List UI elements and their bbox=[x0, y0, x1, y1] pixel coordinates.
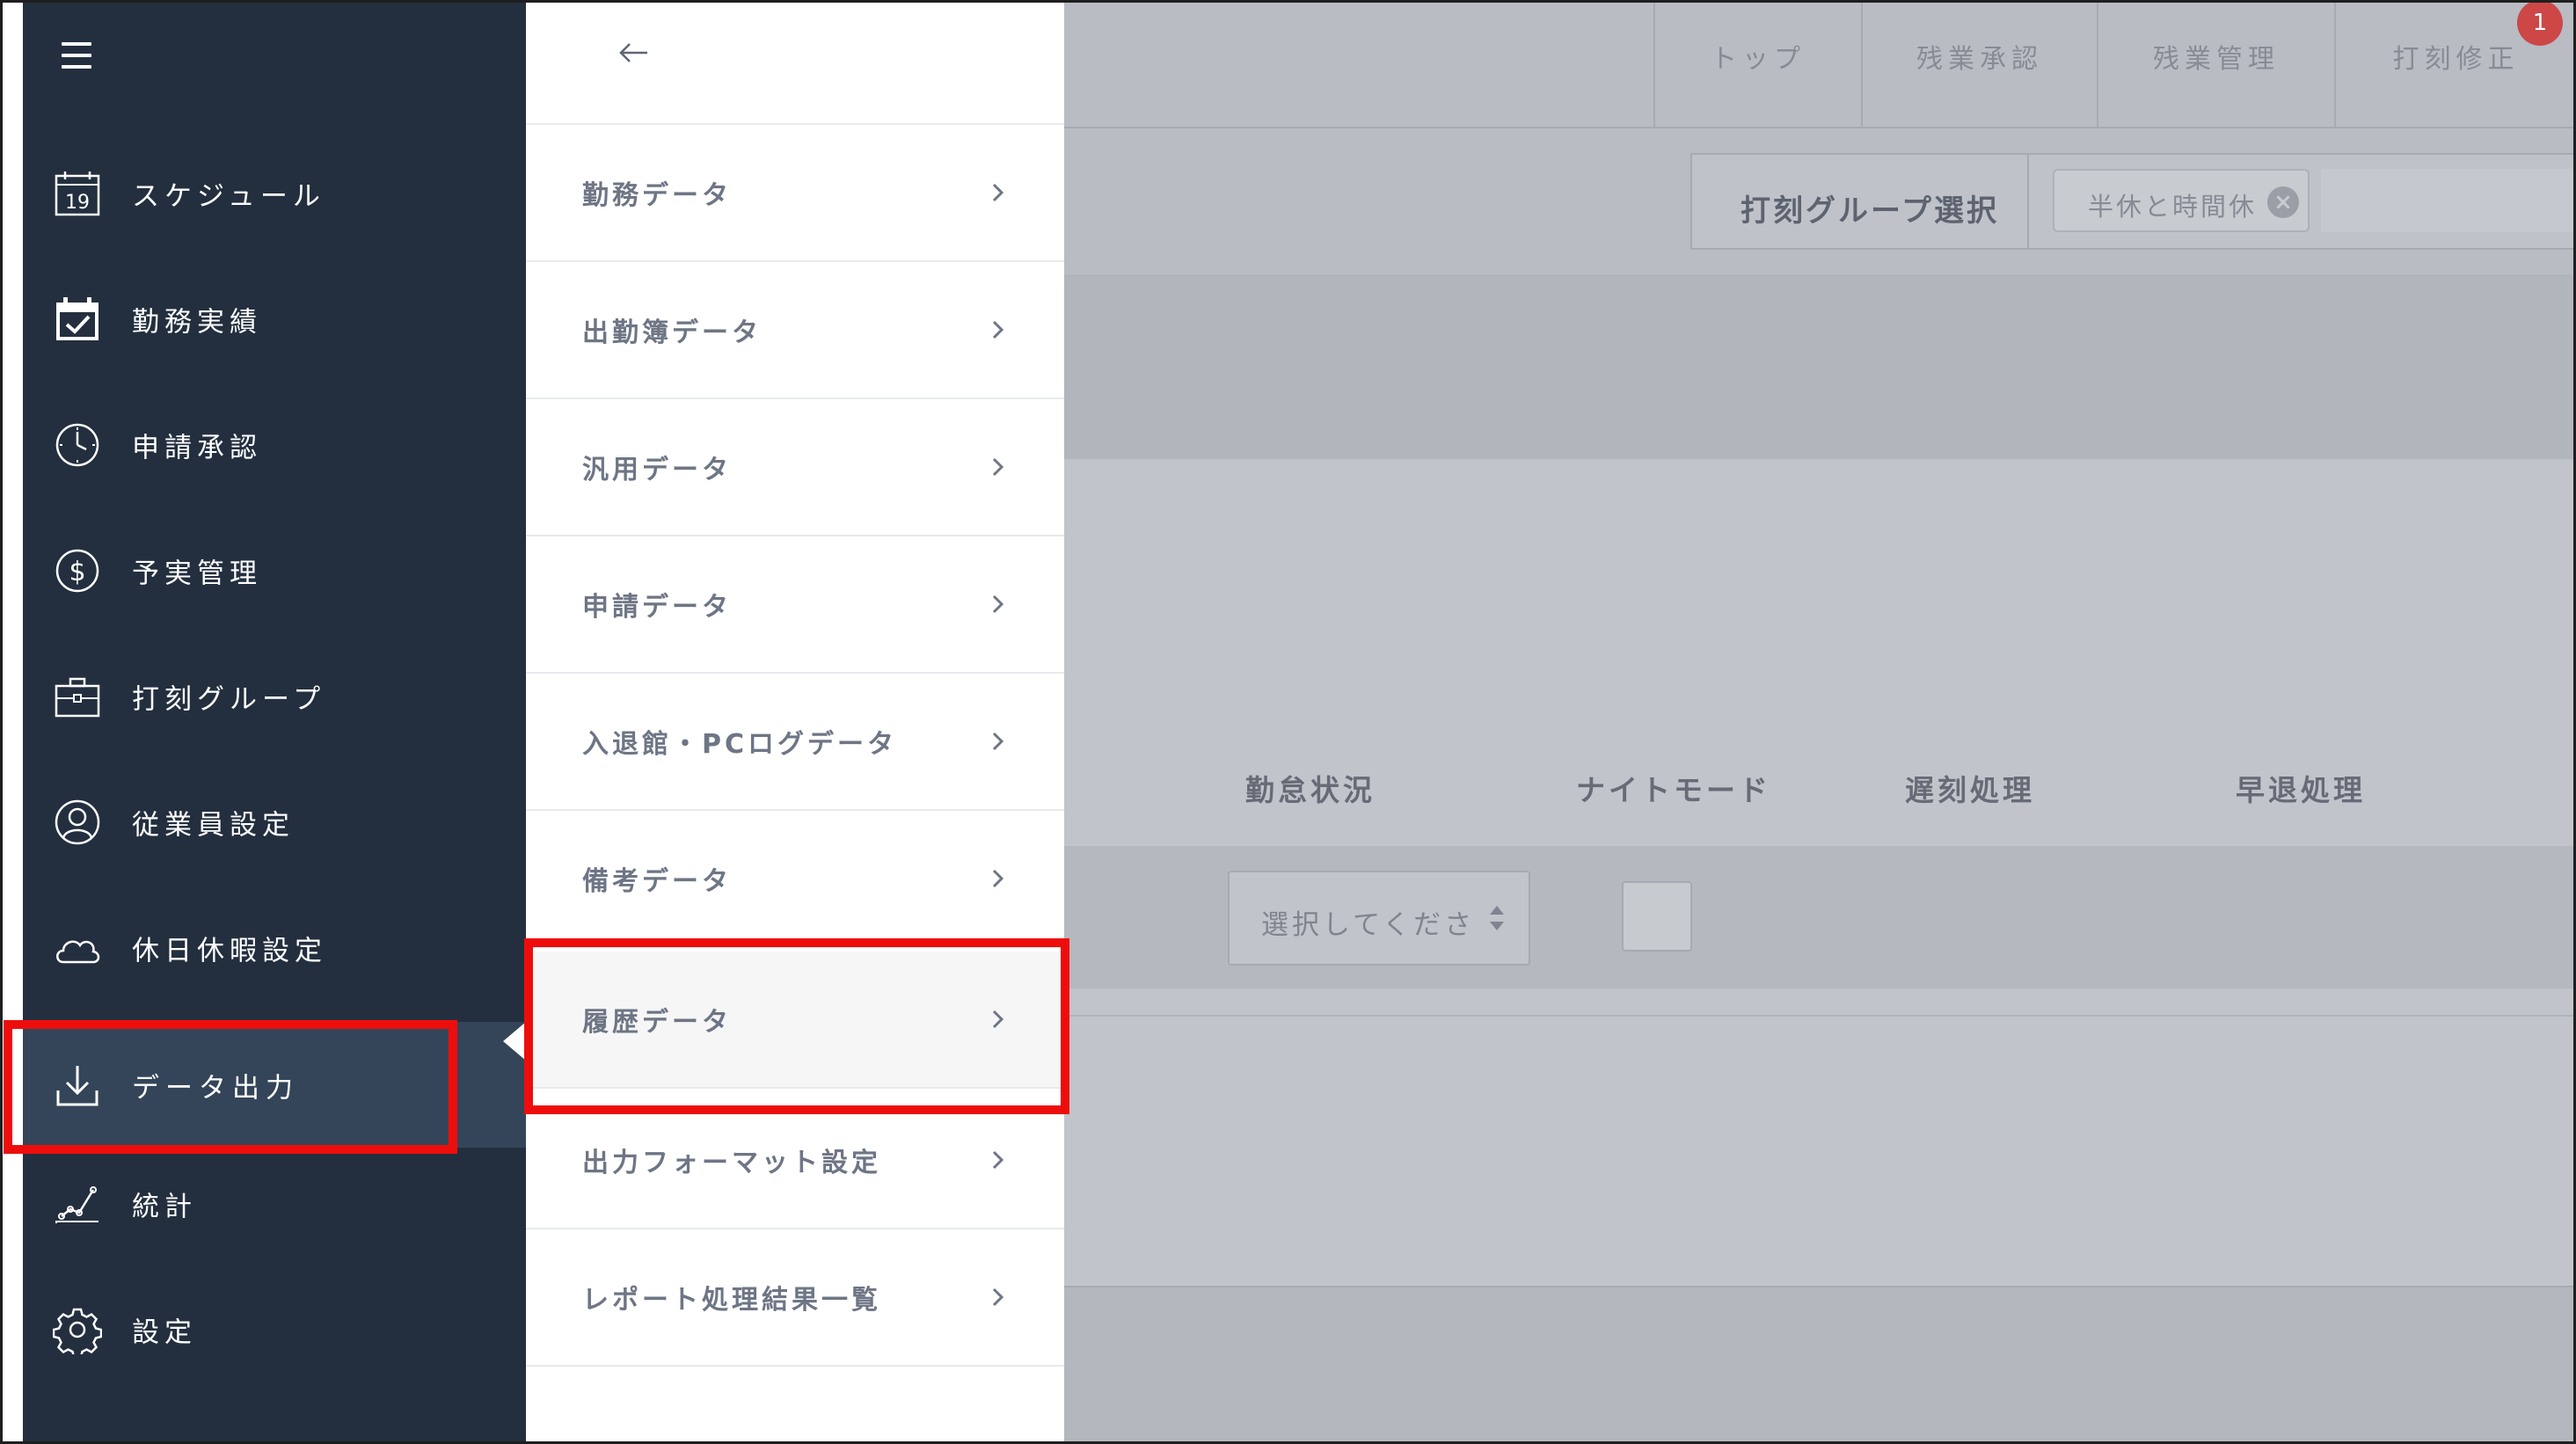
sidebar-item-label: 申請承認 bbox=[132, 432, 262, 463]
sidebar-item-label: 休日休暇設定 bbox=[132, 935, 327, 966]
tab-label: 残業承認 bbox=[1916, 44, 2043, 75]
group-search-input[interactable] bbox=[2321, 169, 2576, 232]
content-band bbox=[1064, 274, 2576, 459]
briefcase-icon bbox=[53, 672, 102, 721]
sidebar-item-label: 予実管理 bbox=[132, 558, 262, 589]
user-icon bbox=[53, 798, 102, 847]
app-window: 19 スケジュール 勤務実績 申請承認 $ 予実管理 打刻グループ 従業員設定 … bbox=[0, 0, 2576, 1444]
submenu-item-label: レポート処理結果一覧 bbox=[582, 1285, 881, 1316]
submenu-item-label: 入退館・PCログデータ bbox=[582, 729, 898, 760]
chevron-right-icon bbox=[985, 1148, 1010, 1172]
submenu-item-label: 申請データ bbox=[582, 592, 732, 623]
dollar-icon: $ bbox=[53, 546, 102, 595]
tab-overtime-approval[interactable]: 残業承認 bbox=[1861, 0, 2097, 127]
submenu-item-label: 出力フォーマット設定 bbox=[582, 1148, 881, 1178]
submenu-item-label: 汎用データ bbox=[582, 455, 732, 485]
sidebar-item-settings[interactable]: 設定 bbox=[23, 1266, 526, 1392]
column-header-late-processing: 遅刻処理 bbox=[1905, 773, 2035, 807]
submenu-item-report-results-list[interactable]: レポート処理結果一覧 bbox=[526, 1229, 1064, 1367]
submenu-item-history-data[interactable]: 履歴データ bbox=[526, 952, 1064, 1089]
selected-group-tag: 半休と時間休 × bbox=[2053, 169, 2310, 232]
svg-text:$: $ bbox=[69, 557, 85, 587]
sidebar-item-label: データ出力 bbox=[132, 1072, 299, 1104]
sidebar-item-label: 設定 bbox=[132, 1316, 197, 1348]
submenu-item-notes-data[interactable]: 備考データ bbox=[526, 811, 1064, 948]
calendar-check-icon bbox=[53, 295, 102, 344]
hamburger-menu-icon[interactable] bbox=[62, 42, 91, 69]
submenu-item-output-format-settings[interactable]: 出力フォーマット設定 bbox=[526, 1092, 1064, 1229]
download-icon bbox=[53, 1061, 102, 1110]
chevron-right-icon bbox=[985, 180, 1010, 205]
column-header-night-mode: ナイトモード bbox=[1576, 773, 1771, 807]
column-header-early-leave-processing: 早退処理 bbox=[2236, 773, 2366, 807]
chevron-right-icon bbox=[985, 1007, 1010, 1032]
sort-arrows-icon bbox=[1486, 901, 1507, 936]
sidebar-item-data-export[interactable]: データ出力 bbox=[23, 1022, 526, 1148]
tab-label: トップ bbox=[1711, 44, 1806, 75]
tag-label: 半休と時間休 bbox=[2088, 192, 2258, 222]
sidebar-item-budget[interactable]: $ 予実管理 bbox=[23, 507, 526, 633]
cloud-icon bbox=[53, 923, 102, 973]
gear-icon bbox=[53, 1305, 102, 1354]
svg-text:19: 19 bbox=[65, 192, 90, 214]
tab-top[interactable]: トップ bbox=[1653, 0, 1861, 127]
sidebar-item-label: 勤務実績 bbox=[132, 306, 262, 338]
sidebar-item-clock-group[interactable]: 打刻グループ bbox=[23, 633, 526, 759]
main-content-overlay: トップ 残業承認 残業管理 打刻修正 1 打刻グループ選択 半休と時間休 × 勤… bbox=[1064, 0, 2576, 1444]
sidebar: 19 スケジュール 勤務実績 申請承認 $ 予実管理 打刻グループ 従業員設定 … bbox=[23, 0, 526, 1444]
notification-badge: 1 bbox=[2517, 0, 2563, 46]
chevron-right-icon bbox=[985, 592, 1010, 616]
group-select-box: 打刻グループ選択 半休と時間休 × bbox=[1690, 153, 2576, 250]
submenu-item-entry-pc-log-data[interactable]: 入退館・PCログデータ bbox=[526, 674, 1064, 811]
chevron-right-icon bbox=[985, 866, 1010, 891]
submenu-item-general-data[interactable]: 汎用データ bbox=[526, 399, 1064, 536]
chart-icon bbox=[53, 1179, 102, 1229]
clock-icon bbox=[53, 420, 102, 470]
footer-band bbox=[1064, 1287, 2576, 1444]
tab-overtime-management[interactable]: 残業管理 bbox=[2097, 0, 2334, 127]
submenu-item-work-data[interactable]: 勤務データ bbox=[526, 125, 1064, 262]
chevron-right-icon bbox=[985, 455, 1010, 479]
frame-border bbox=[0, 0, 3, 1444]
submenu-item-label: 出勤簿データ bbox=[582, 317, 762, 348]
sidebar-item-statistics[interactable]: 統計 bbox=[23, 1141, 526, 1266]
calendar-19-icon: 19 bbox=[53, 169, 102, 218]
frame-border bbox=[0, 0, 2576, 3]
sidebar-item-label: 統計 bbox=[132, 1191, 197, 1222]
sidebar-item-schedule[interactable]: 19 スケジュール bbox=[23, 130, 526, 256]
group-select-label: 打刻グループ選択 bbox=[1740, 193, 1999, 229]
night-mode-checkbox[interactable] bbox=[1622, 881, 1692, 952]
submenu-item-attendance-book-data[interactable]: 出勤簿データ bbox=[526, 262, 1064, 399]
submenu-item-label: 備考データ bbox=[582, 866, 732, 897]
divider bbox=[1064, 1015, 2576, 1017]
top-navigation: トップ 残業承認 残業管理 打刻修正 1 bbox=[1064, 0, 2576, 128]
submenu-item-label: 履歴データ bbox=[582, 1007, 732, 1038]
sidebar-item-label: 従業員設定 bbox=[132, 809, 295, 841]
sidebar-item-employee-settings[interactable]: 従業員設定 bbox=[23, 759, 526, 885]
chevron-right-icon bbox=[985, 317, 1010, 342]
sidebar-item-label: スケジュール bbox=[132, 180, 325, 212]
divider bbox=[2027, 155, 2029, 248]
remove-tag-icon[interactable]: × bbox=[2267, 186, 2299, 218]
back-arrow-icon[interactable] bbox=[614, 33, 653, 72]
tab-label: 残業管理 bbox=[2153, 44, 2280, 75]
group-select-bar: 打刻グループ選択 半休と時間休 × bbox=[1064, 128, 2576, 274]
submenu-item-request-data[interactable]: 申請データ bbox=[526, 536, 1064, 674]
chevron-right-icon bbox=[985, 729, 1010, 754]
select-placeholder: 選択してくださ bbox=[1261, 909, 1476, 941]
sidebar-item-holiday-settings[interactable]: 休日休暇設定 bbox=[23, 885, 526, 1010]
table-row: 選択してくださ bbox=[1064, 846, 2576, 988]
chevron-right-icon bbox=[985, 1285, 1010, 1309]
column-header-attendance-status: 勤怠状況 bbox=[1245, 773, 1376, 807]
active-indicator-arrow bbox=[503, 1022, 526, 1061]
submenu-item-label: 勤務データ bbox=[582, 180, 732, 211]
submenu-panel: 勤務データ 出勤簿データ 汎用データ 申請データ 入退館・PCログデータ 備考デ… bbox=[526, 0, 1064, 1444]
sidebar-item-work-results[interactable]: 勤務実績 bbox=[23, 256, 526, 382]
sidebar-item-approval[interactable]: 申請承認 bbox=[23, 382, 526, 507]
sidebar-item-label: 打刻グループ bbox=[132, 683, 326, 715]
attendance-status-select[interactable]: 選択してくださ bbox=[1228, 871, 1530, 966]
